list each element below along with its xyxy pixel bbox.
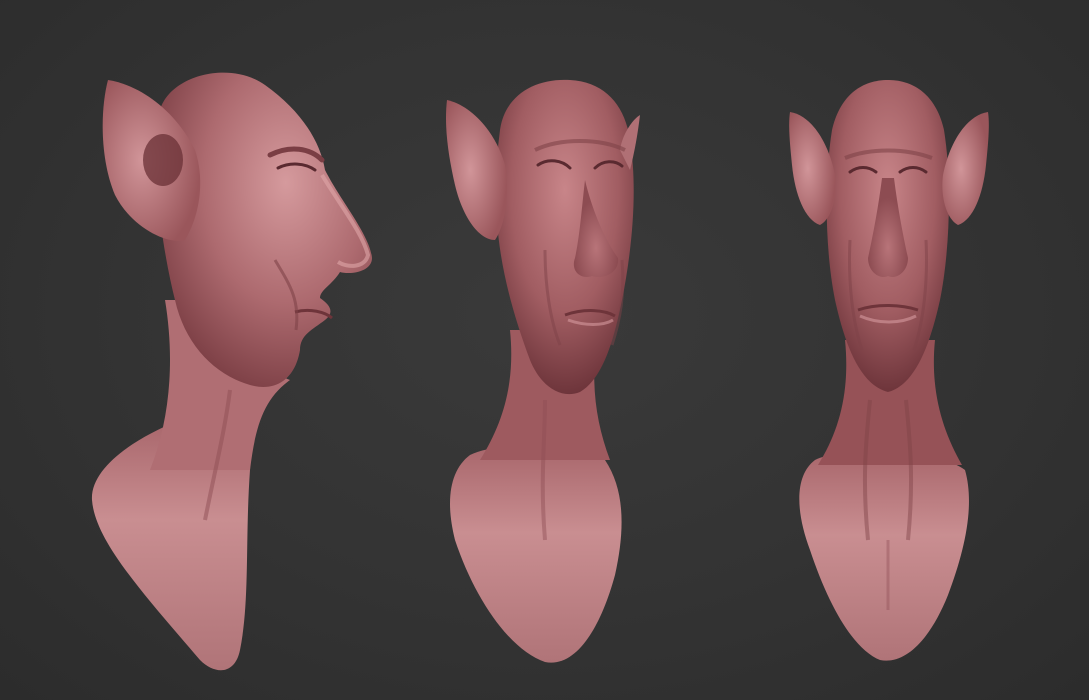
bust-front-ear-left	[789, 112, 836, 225]
render-viewport	[0, 0, 1089, 700]
sculpt-render-scene	[91, 72, 989, 671]
bust-side-ear-hollow	[143, 134, 183, 186]
bust-tq-neck-tendon	[540, 399, 547, 541]
bust-front-ear-right	[942, 112, 989, 225]
bust-front-chest	[799, 451, 969, 661]
bust-side-profile	[91, 72, 372, 671]
bust-three-quarter	[445, 79, 640, 663]
bust-tq-ear-left	[445, 100, 507, 240]
bust-tq-chest	[450, 445, 622, 663]
bust-front	[789, 80, 989, 661]
